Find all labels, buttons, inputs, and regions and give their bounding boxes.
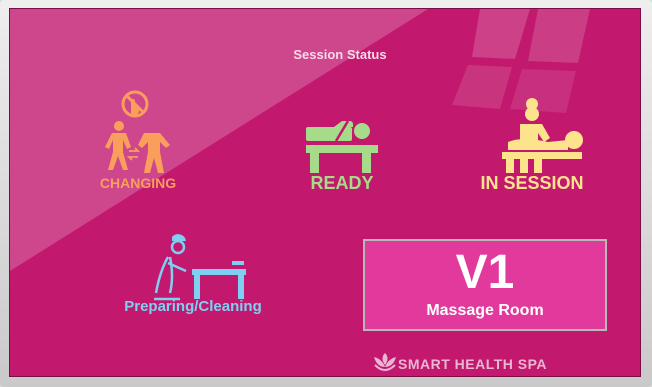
ready-status-label: READY [310, 173, 374, 193]
empty-massage-table-icon [306, 120, 378, 173]
cleaning-person-icon [154, 234, 246, 301]
changing-clothes-icon [105, 90, 170, 173]
lotus-hands-icon [374, 353, 396, 371]
session-status-panel: Session Status CHANGING READY IN SESSION… [9, 8, 641, 377]
massage-in-progress-icon [502, 98, 583, 173]
room-name: Massage Room [426, 302, 544, 319]
room-identifier-card: V1 Massage Room [363, 239, 607, 331]
panel-title: Session Status [293, 47, 387, 62]
brand-name: SMART HEALTH SPA [398, 356, 548, 372]
display-bezel: Session Status CHANGING READY IN SESSION… [0, 0, 652, 387]
changing-status-label: CHANGING [99, 175, 177, 191]
in-session-status-label: IN SESSION [480, 173, 584, 193]
preparing-status-label: Preparing/Cleaning [124, 298, 262, 315]
room-code: V1 [455, 246, 515, 299]
